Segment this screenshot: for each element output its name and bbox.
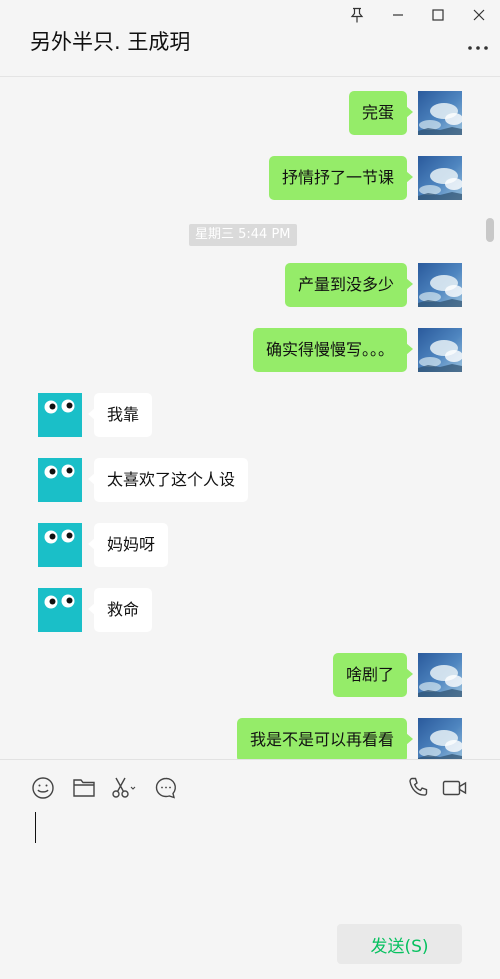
message-incoming: 太喜欢了这个人设 bbox=[0, 458, 480, 502]
avatar[interactable] bbox=[418, 653, 462, 697]
scissors-icon[interactable] bbox=[111, 775, 137, 801]
scrollbar-thumb[interactable] bbox=[486, 218, 494, 242]
avatar[interactable] bbox=[418, 263, 462, 307]
avatar[interactable] bbox=[38, 588, 82, 632]
message-incoming: 妈妈呀 bbox=[0, 523, 480, 567]
message-outgoing: 抒情抒了一节课 bbox=[0, 156, 480, 200]
message-input[interactable] bbox=[0, 805, 500, 915]
chat-title: 另外半只. 王成玥 bbox=[30, 30, 191, 54]
send-button[interactable]: 发送(S) bbox=[337, 924, 462, 964]
avatar[interactable] bbox=[418, 328, 462, 372]
folder-icon[interactable] bbox=[71, 775, 97, 801]
message-bubble[interactable]: 确实得慢慢写。。。 bbox=[252, 328, 414, 372]
more-icon[interactable] bbox=[466, 40, 490, 56]
pin-icon[interactable] bbox=[345, 4, 369, 26]
video-icon[interactable] bbox=[442, 775, 468, 801]
close-icon[interactable] bbox=[467, 4, 491, 26]
avatar[interactable] bbox=[418, 718, 462, 759]
maximize-icon[interactable] bbox=[426, 4, 450, 26]
composer-divider bbox=[0, 759, 500, 760]
message-outgoing: 我是不是可以再看看 bbox=[0, 718, 480, 759]
message-outgoing: 啥剧了 bbox=[0, 653, 480, 697]
timestamp: 星期三 5:44 PM bbox=[189, 224, 297, 246]
message-bubble[interactable]: 啥剧了 bbox=[332, 653, 414, 697]
message-bubble[interactable]: 产量到没多少 bbox=[284, 263, 414, 307]
avatar[interactable] bbox=[418, 156, 462, 200]
avatar[interactable] bbox=[38, 523, 82, 567]
text-caret bbox=[35, 812, 36, 843]
phone-icon[interactable] bbox=[406, 775, 432, 801]
message-outgoing: 产量到没多少 bbox=[0, 263, 480, 307]
message-outgoing: 完蛋 bbox=[0, 91, 480, 135]
avatar[interactable] bbox=[38, 458, 82, 502]
minimize-icon[interactable] bbox=[386, 4, 410, 26]
message-bubble[interactable]: 我靠 bbox=[87, 393, 153, 437]
message-bubble[interactable]: 太喜欢了这个人设 bbox=[87, 458, 249, 502]
avatar[interactable] bbox=[418, 91, 462, 135]
message-incoming: 我靠 bbox=[0, 393, 480, 437]
message-incoming: 救命 bbox=[0, 588, 480, 632]
message-list[interactable]: 完蛋 抒情抒了一节课 星期三 5:44 PM 产量到没多少 确实得慢慢写。。。 … bbox=[0, 78, 500, 759]
message-bubble[interactable]: 抒情抒了一节课 bbox=[268, 156, 414, 200]
title-bar: 另外半只. 王成玥 bbox=[0, 0, 500, 77]
message-bubble[interactable]: 完蛋 bbox=[348, 91, 414, 135]
message-bubble[interactable]: 救命 bbox=[87, 588, 153, 632]
chat-history-icon[interactable] bbox=[153, 775, 179, 801]
message-bubble[interactable]: 我是不是可以再看看 bbox=[236, 718, 414, 759]
avatar[interactable] bbox=[38, 393, 82, 437]
message-bubble[interactable]: 妈妈呀 bbox=[87, 523, 169, 567]
emoji-icon[interactable] bbox=[30, 775, 56, 801]
message-outgoing: 确实得慢慢写。。。 bbox=[0, 328, 480, 372]
